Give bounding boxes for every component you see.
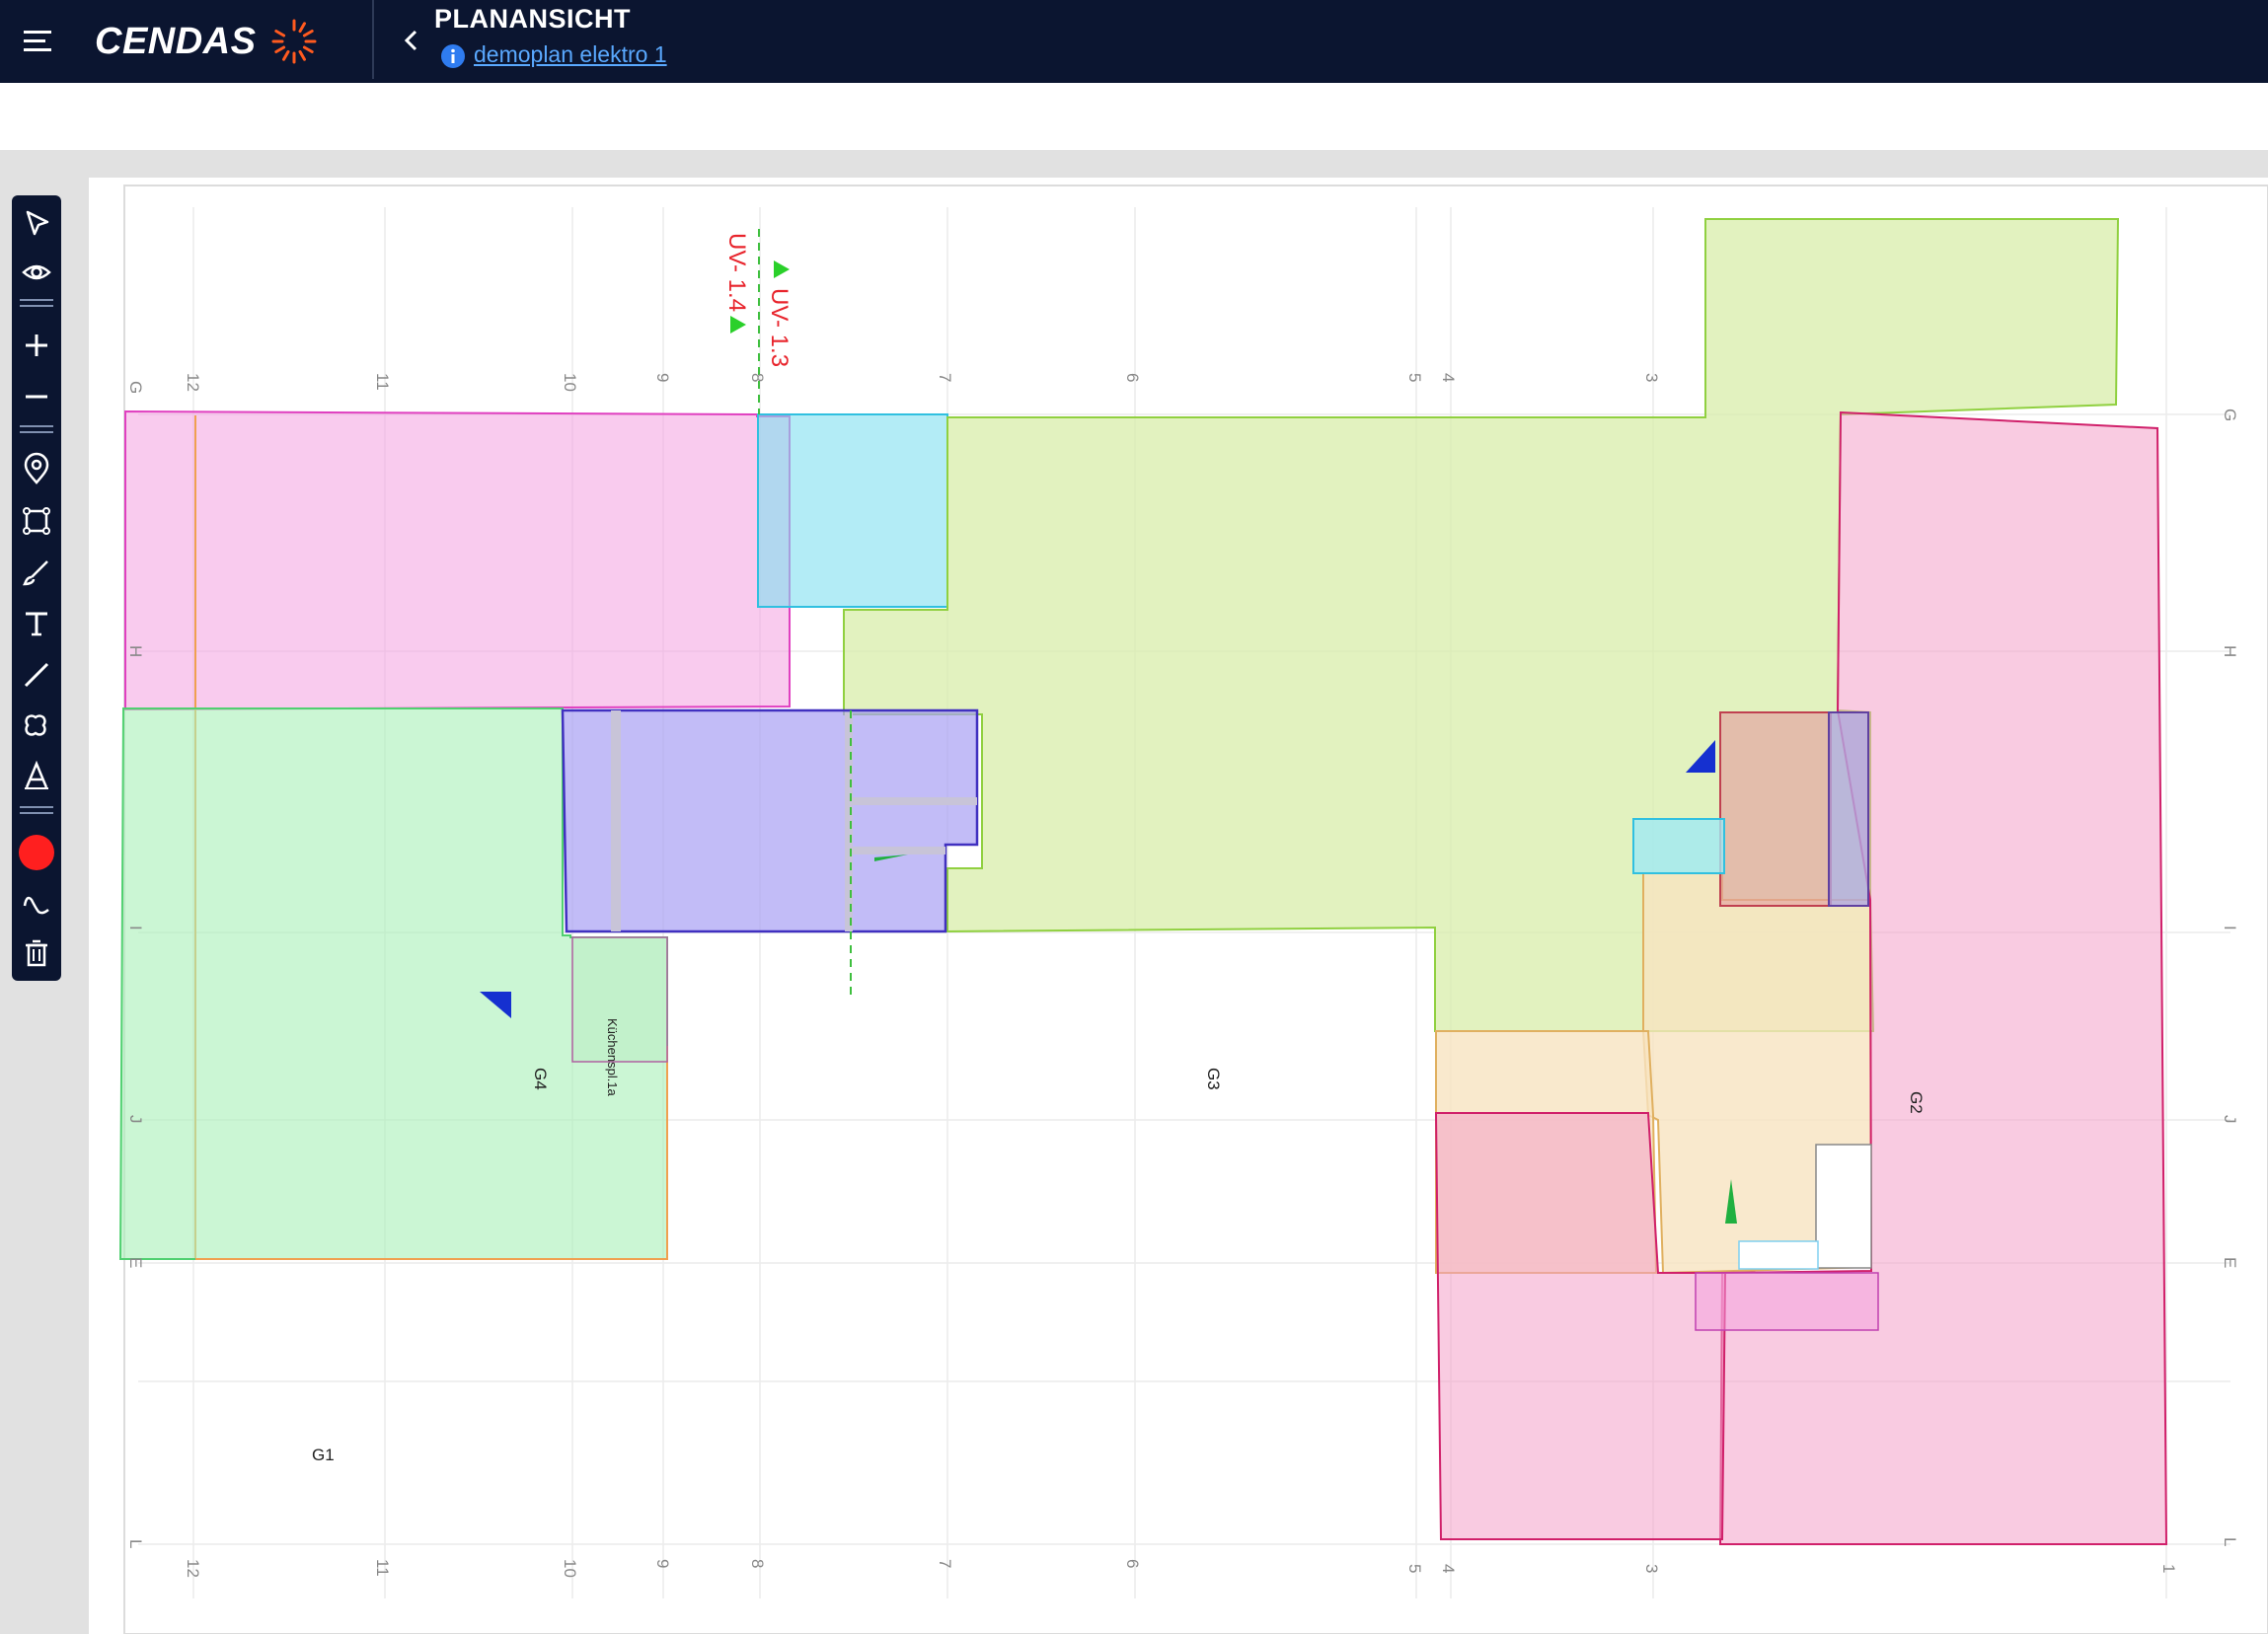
room-cutout — [1738, 1240, 1819, 1270]
svg-text:E: E — [2221, 1257, 2239, 1268]
zone-label-g1: G1 — [312, 1446, 335, 1464]
uv-arrow — [774, 260, 790, 278]
svg-text:L: L — [126, 1539, 145, 1548]
location-pin-icon — [24, 452, 49, 484]
select-tool[interactable] — [17, 203, 56, 243]
plus-icon — [26, 334, 47, 356]
svg-text:9: 9 — [653, 1559, 672, 1568]
svg-text:12: 12 — [184, 373, 202, 392]
line-icon — [24, 662, 49, 688]
svg-text:H: H — [2221, 645, 2239, 657]
toolbar-separator — [20, 299, 53, 307]
room-label-kitchen: Küchenspl.1a — [605, 1018, 620, 1097]
svg-text:6: 6 — [1123, 1559, 1142, 1568]
svg-text:10: 10 — [561, 1559, 579, 1578]
annotation-toolbar — [12, 195, 61, 981]
measure-tool[interactable] — [17, 756, 56, 795]
zone-label-g3: G3 — [1204, 1068, 1223, 1090]
svg-text:9: 9 — [653, 373, 672, 382]
polygon-area-icon — [23, 507, 50, 535]
zone-cyan[interactable] — [757, 413, 948, 608]
delete-tool[interactable] — [17, 933, 56, 973]
zone-label-g2: G2 — [1907, 1091, 1926, 1114]
pin-tool[interactable] — [17, 450, 56, 489]
svg-text:I: I — [2221, 926, 2239, 930]
zone-label-g4: G4 — [531, 1068, 550, 1090]
svg-text:J: J — [126, 1115, 145, 1124]
uv-label-14: UV- 1.4 — [723, 233, 750, 312]
svg-text:5: 5 — [1405, 1564, 1424, 1573]
floor-plan[interactable]: UV- 1.3 UV- 1.4 G 12 11 10 9 8 7 6 5 4 3… — [0, 0, 2268, 1634]
svg-text:H: H — [126, 645, 145, 657]
freehand-tool[interactable] — [17, 553, 56, 592]
cloud-shape-icon — [25, 714, 46, 736]
svg-text:11: 11 — [373, 1559, 392, 1577]
area-tool[interactable] — [17, 501, 56, 541]
text-t-icon — [26, 612, 47, 636]
svg-text:5: 5 — [1405, 373, 1424, 382]
svg-text:G: G — [126, 381, 145, 394]
svg-text:4: 4 — [1439, 1564, 1458, 1573]
zone-brown[interactable] — [1719, 711, 1832, 907]
grid-labels-right: G H I J E L — [2221, 408, 2239, 1546]
zoom-in-tool[interactable] — [17, 326, 56, 365]
svg-text:1: 1 — [2159, 1564, 2178, 1573]
visibility-tool[interactable] — [17, 253, 56, 292]
svg-text:11: 11 — [373, 373, 392, 391]
eye-icon — [22, 264, 51, 280]
svg-text:7: 7 — [936, 1559, 954, 1568]
cloud-tool[interactable] — [17, 706, 56, 746]
minus-icon — [26, 395, 47, 399]
svg-text:3: 3 — [1642, 1564, 1661, 1573]
zone-violet[interactable] — [561, 708, 979, 933]
room-cutout — [1815, 1144, 1872, 1269]
toolbar-separator — [20, 806, 53, 814]
svg-text:G: G — [2221, 408, 2239, 421]
color-picker[interactable] — [19, 835, 54, 870]
svg-text:L: L — [2221, 1537, 2239, 1546]
svg-text:6: 6 — [1123, 373, 1142, 382]
svg-text:7: 7 — [936, 373, 954, 382]
zoom-out-tool[interactable] — [17, 377, 56, 416]
svg-text:8: 8 — [748, 373, 767, 382]
compass-measure-icon — [25, 760, 48, 789]
zone-bracket — [1695, 1272, 1879, 1331]
svg-text:I: I — [126, 926, 145, 930]
trash-icon — [26, 939, 47, 967]
brush-icon — [22, 560, 48, 586]
toolbar-separator — [20, 425, 53, 433]
squiggle-icon — [23, 896, 49, 915]
cursor-arrow-icon — [26, 210, 49, 236]
line-tool[interactable] — [17, 655, 56, 695]
zone-cyan-small[interactable] — [1632, 818, 1725, 874]
zone-pink-top-left[interactable] — [124, 409, 791, 711]
svg-text:3: 3 — [1642, 373, 1661, 382]
svg-text:12: 12 — [184, 1559, 202, 1578]
svg-text:4: 4 — [1439, 373, 1458, 382]
uv-label-13: UV- 1.3 — [766, 288, 793, 367]
svg-text:10: 10 — [561, 373, 579, 392]
svg-text:8: 8 — [748, 1559, 767, 1568]
uv-arrow — [730, 316, 746, 334]
svg-text:J: J — [2221, 1115, 2239, 1124]
svg-text:E: E — [126, 1257, 145, 1268]
grid-labels-top: G 12 11 10 9 8 7 6 5 4 3 — [126, 373, 1661, 394]
signature-tool[interactable] — [17, 884, 56, 924]
text-tool[interactable] — [17, 604, 56, 643]
zone-violet-strip[interactable] — [1828, 711, 1869, 907]
